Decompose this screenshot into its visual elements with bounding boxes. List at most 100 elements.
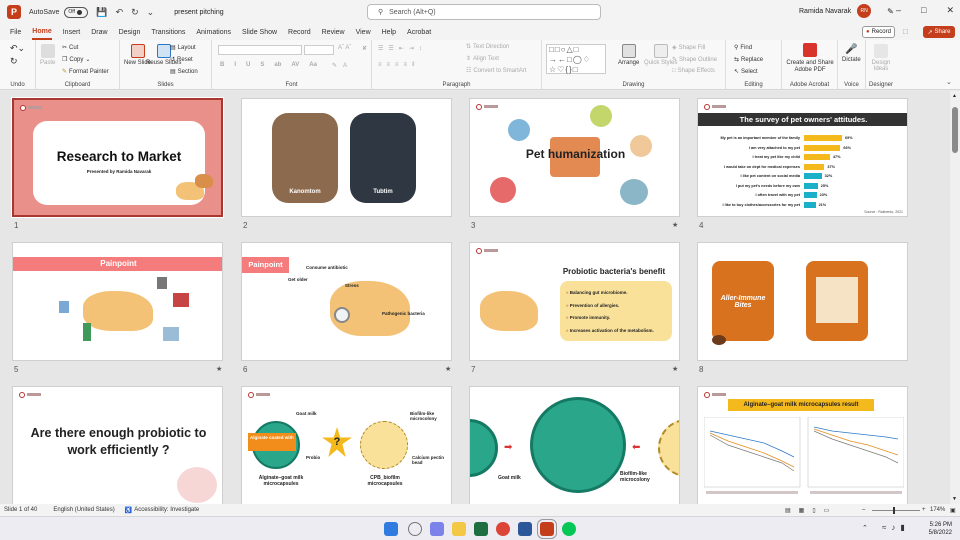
clock[interactable]: 5:26 PM 5/8/2022 [929, 521, 952, 537]
tray-chevron-icon[interactable]: ⌃ [862, 524, 868, 532]
autosave-toggle[interactable]: Off [64, 6, 89, 18]
maximize-icon[interactable]: □ [921, 5, 926, 16]
zoom-level[interactable]: 174% [930, 507, 945, 513]
word-icon[interactable] [518, 522, 532, 536]
tab-insert[interactable]: Insert [63, 24, 81, 40]
tab-view[interactable]: View [356, 24, 371, 40]
search-box[interactable]: ⚲ Search (Alt+Q) [367, 4, 601, 20]
bold-button[interactable]: B [220, 62, 224, 68]
find-button[interactable]: ⚲ Find [734, 44, 752, 52]
slide-thumbnail-5[interactable]: Painpoint [12, 242, 223, 361]
slide-thumbnail-9[interactable]: Are there enough probiotic to work effic… [12, 386, 223, 504]
text-direction-button[interactable]: ⇅ Text Direction [466, 43, 509, 51]
italic-button[interactable]: I [234, 62, 236, 68]
record-button[interactable]: ● Record [862, 26, 895, 38]
tab-file[interactable]: File [10, 24, 21, 40]
line-icon[interactable] [562, 522, 576, 536]
powerpoint-taskbar-icon[interactable] [537, 519, 557, 539]
shapes-gallery[interactable]: □□○△□ →←□◯♢ ☆♡{}□ [546, 44, 606, 74]
arrange-button[interactable]: Arrange [618, 44, 639, 66]
file-explorer-icon[interactable] [452, 522, 466, 536]
tab-transitions[interactable]: Transitions [151, 24, 185, 40]
slide-thumbnail-11[interactable]: ➡ ⬅ Goat milk Biofilm-like microcolony [469, 386, 680, 504]
close-icon[interactable]: ✕ [946, 5, 954, 16]
tab-slide-show[interactable]: Slide Show [242, 24, 277, 40]
select-button[interactable]: ↖ Select [734, 68, 758, 76]
minimize-icon[interactable]: – [896, 5, 901, 16]
taskbar-search-icon[interactable] [408, 522, 422, 536]
tab-design[interactable]: Design [119, 24, 141, 40]
font-name-select[interactable] [218, 45, 302, 55]
slide-thumbnail-2[interactable]: Kanomtom Tubtim [241, 98, 452, 217]
language-indicator[interactable]: English (United States) [53, 507, 114, 513]
collapse-ribbon-icon[interactable]: ⌄ [946, 78, 952, 86]
spacing-button[interactable]: AV [291, 62, 299, 68]
shadow-button[interactable]: ab [274, 62, 281, 68]
share-button[interactable]: ↗ Share [923, 26, 955, 38]
copy-button[interactable]: ❐ Copy ⌄ [62, 56, 90, 64]
align-buttons[interactable]: ≡ ≡ ≡ ≡ ‖ [378, 62, 415, 68]
slide-thumbnail-8[interactable]: Aller-Immune Bites [697, 242, 908, 361]
zoom-in-icon[interactable]: + [922, 507, 926, 513]
sorter-view-icon[interactable]: ▦ [799, 508, 813, 514]
strike-button[interactable]: S [260, 62, 264, 68]
tab-acrobat[interactable]: Acrobat [407, 24, 431, 40]
tab-home[interactable]: Home [32, 24, 52, 40]
font-grow-button[interactable]: Aˆ Aˇ [338, 45, 351, 51]
normal-view-icon[interactable]: ▤ [785, 508, 799, 514]
tab-help[interactable]: Help [382, 24, 396, 40]
avatar[interactable]: RN [857, 4, 872, 18]
excel-icon[interactable] [474, 522, 488, 536]
tab-animations[interactable]: Animations [196, 24, 231, 40]
shape-effects-button[interactable]: □ Shape Effects [672, 68, 715, 74]
quick-access-more-icon[interactable]: ⌄ [147, 7, 155, 18]
clear-format-icon[interactable]: ✘ [362, 45, 367, 52]
scrollbar-thumb[interactable] [952, 107, 958, 153]
slide-thumbnail-4[interactable]: The survey of pet owners' attitudes. My … [697, 98, 908, 217]
scroll-down-icon[interactable]: ▼ [952, 496, 957, 502]
tab-record[interactable]: Record [288, 24, 311, 40]
underline-button[interactable]: U [246, 62, 250, 68]
layout-button[interactable]: ▤ Layout [170, 44, 196, 52]
slide-thumbnail-3[interactable]: Pet humanization [469, 98, 680, 217]
redo-button[interactable]: ↻ [10, 56, 18, 67]
dictate-button[interactable]: 🎤 Dictate [842, 44, 861, 63]
font-color-buttons[interactable]: ✎ A [332, 62, 347, 70]
align-text-button[interactable]: ⇕ Align Text [466, 55, 499, 63]
shape-outline-button[interactable]: ✎ Shape Outline [672, 56, 717, 64]
slide-thumbnail-6[interactable]: Painpoint Consume antibiotic Get older S… [241, 242, 452, 361]
redo-icon[interactable]: ↻ [131, 7, 139, 18]
section-button[interactable]: ▤ Section [170, 68, 198, 76]
paste-button[interactable]: Paste [40, 44, 55, 66]
zoom-out-icon[interactable]: – [862, 507, 865, 513]
cut-button[interactable]: ✂ Cut [62, 44, 78, 52]
comments-icon[interactable]: □ [903, 27, 908, 36]
replace-button[interactable]: ⇆ Replace [734, 56, 763, 64]
slide-thumbnail-7[interactable]: Probiotic bacteria's benefit » Balancing… [469, 242, 680, 361]
save-icon[interactable]: 💾 [96, 7, 107, 18]
accessibility-status[interactable]: Accessibility: Investigate [134, 507, 199, 513]
undo-icon[interactable]: ↶ [116, 7, 124, 18]
slideshow-view-icon[interactable]: ▭ [824, 508, 838, 514]
start-windows-icon[interactable] [384, 522, 398, 536]
teams-chat-icon[interactable] [430, 522, 444, 536]
slide-thumbnail-10[interactable]: Alginate coated with ? Goat milk Biofilm… [241, 386, 452, 504]
tab-review[interactable]: Review [322, 24, 345, 40]
shape-fill-button[interactable]: ◈ Shape Fill [672, 44, 705, 52]
fit-slide-icon[interactable]: ▣ [950, 507, 956, 514]
user-area[interactable]: Ramida Navarak RN ✎ [799, 4, 894, 18]
slide-thumbnail-12[interactable]: Alginate–goat milk microcapsules result [697, 386, 908, 504]
pen-icon[interactable]: ✎ [887, 7, 894, 16]
design-ideas-button[interactable]: Design Ideas [869, 44, 893, 72]
vertical-scrollbar[interactable]: ▲ ▼ [950, 91, 960, 504]
font-size-select[interactable] [304, 45, 334, 55]
list-buttons[interactable]: ☰ ☰ ⇤ ⇥ ↕ [378, 45, 422, 53]
reset-button[interactable]: ↺ Reset [170, 56, 193, 64]
smartart-button[interactable]: ☷ Convert to SmartArt [466, 67, 526, 75]
chrome-icon[interactable] [496, 522, 510, 536]
format-painter-button[interactable]: ✎ Format Painter [62, 68, 109, 76]
scroll-up-icon[interactable]: ▲ [952, 93, 957, 99]
tab-draw[interactable]: Draw [91, 24, 107, 40]
zoom-slider-thumb[interactable] [893, 507, 895, 514]
case-button[interactable]: Aa [309, 62, 317, 68]
